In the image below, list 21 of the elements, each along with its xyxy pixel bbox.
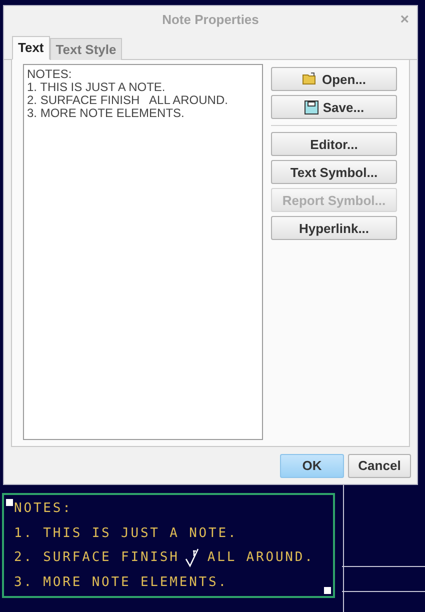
side-button[interactable]: Editor... [271, 132, 397, 156]
tab[interactable]: Text Style [50, 38, 122, 60]
note-text-area[interactable]: NOTES: 1. THIS IS JUST A NOTE. 2. SURFACE FINISH ALL AROUND. 3. MORE NOTE ELEMENTS. [23, 64, 263, 440]
note-line-text: 2. SURFACE FINISH [14, 550, 180, 566]
side-button[interactable]: Text Symbol... [271, 160, 397, 184]
resize-handle[interactable] [324, 587, 331, 594]
note-selection-frame[interactable]: NOTES: 1. THIS IS JUST A NOTE. 2. SURFACE FINISH ALL AROUND. 3. MORE NOTE ELEMENTS. [2, 493, 335, 598]
note-line-text: 3. MORE NOTE ELEMENTS. [14, 574, 228, 590]
side-button[interactable]: Open... [271, 67, 397, 92]
note-line-text: 1. THIS IS JUST A NOTE. [14, 526, 238, 541]
tab[interactable]: Text [12, 36, 50, 60]
note-line-text: NOTES: [14, 501, 72, 516]
folder-icon [302, 72, 318, 86]
resize-handle[interactable] [6, 499, 13, 506]
cancel-button[interactable]: Cancel [348, 454, 411, 478]
side-button[interactable]: Save... [271, 95, 397, 120]
side-button[interactable]: Hyperlink... [271, 216, 397, 240]
note-line-text: ALL AROUND. [207, 550, 314, 566]
surface-finish-icon [185, 548, 202, 568]
ok-button[interactable]: OK [280, 454, 344, 478]
window-title: Note Properties [162, 12, 259, 28]
